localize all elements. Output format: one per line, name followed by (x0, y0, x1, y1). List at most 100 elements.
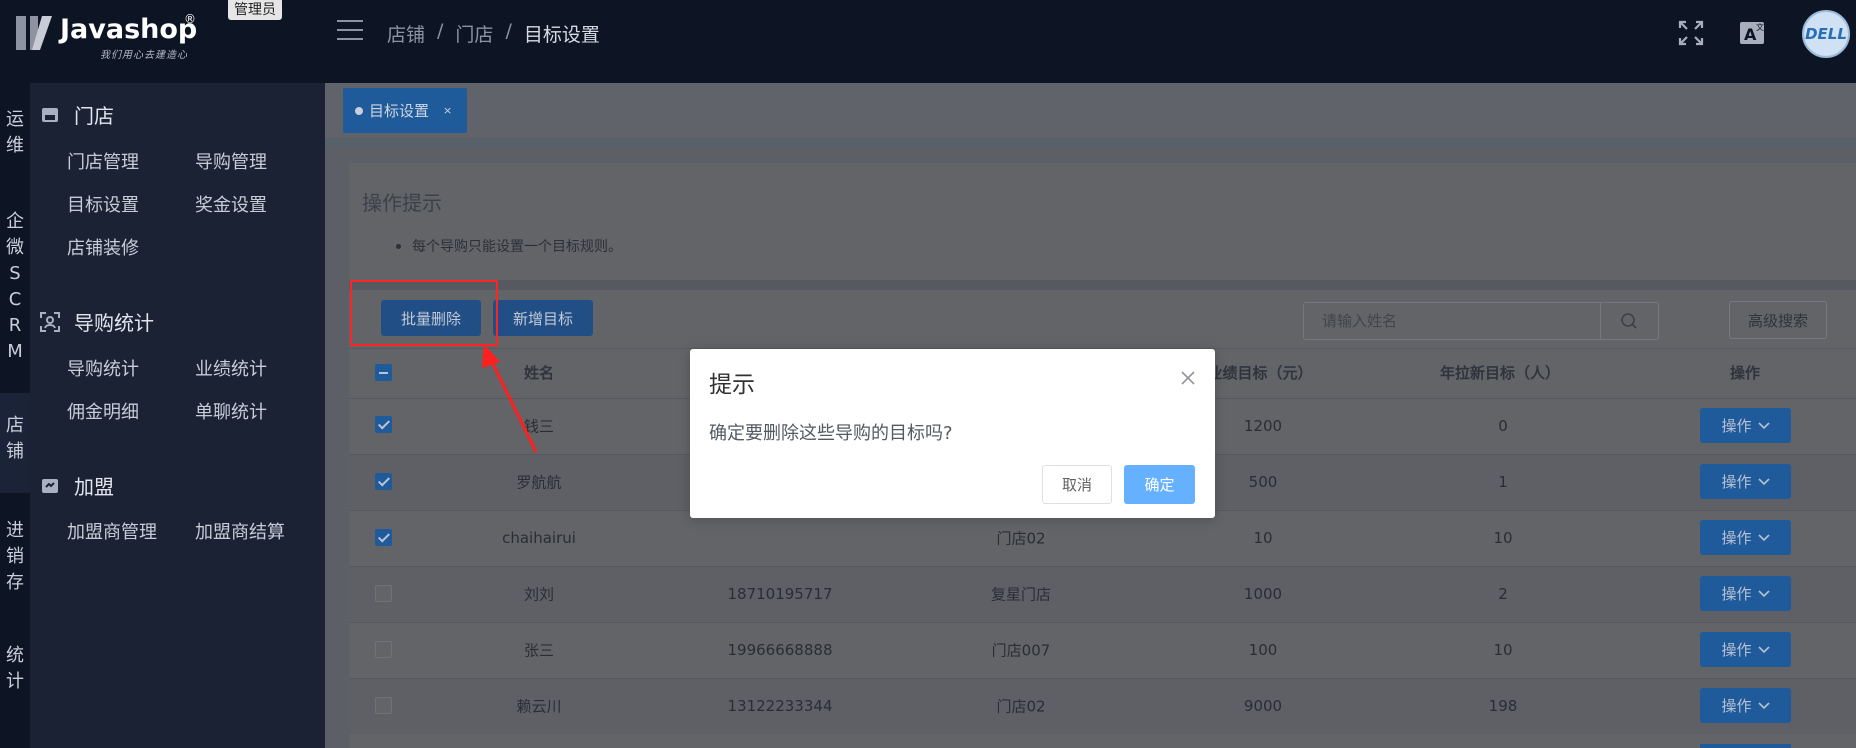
breadcrumb-item-store[interactable]: 门店 (455, 20, 493, 47)
divider (349, 280, 1856, 290)
add-target-button[interactable]: 新增目标 (493, 300, 593, 336)
sidebar-item-sales-stats[interactable]: 业绩统计 (195, 355, 267, 381)
breadcrumb-separator: / (437, 20, 444, 42)
close-icon[interactable] (1179, 369, 1197, 387)
row-checkbox[interactable] (375, 585, 392, 602)
select-all-checkbox[interactable] (375, 364, 392, 381)
row-checkbox[interactable] (375, 529, 392, 546)
sidebar-item-shop-decor[interactable]: 店铺装修 (67, 234, 139, 260)
chevron-down-icon (1757, 533, 1770, 541)
rail-item-ops[interactable]: 运维 (0, 107, 30, 159)
cell-new-target: 2 (1498, 585, 1508, 603)
sidebar-item-franchisee-manage[interactable]: 加盟商管理 (67, 518, 157, 544)
search-button[interactable] (1600, 303, 1658, 339)
cell-new-target: 10 (1493, 641, 1513, 659)
row-actions-button[interactable]: 操作 (1700, 576, 1791, 611)
row-checkbox[interactable] (375, 641, 392, 658)
cell-new-target: 198 (1488, 697, 1518, 715)
user-scan-icon (40, 311, 60, 332)
breadcrumb-separator: / (505, 20, 512, 42)
fullscreen-icon[interactable] (1676, 18, 1706, 48)
breadcrumb: 店铺 / 门店 / 目标设置 (387, 20, 600, 47)
annotation-highlight-box (350, 280, 498, 346)
chevron-down-icon (1757, 589, 1770, 597)
header-actions: 操作 (1729, 364, 1761, 382)
search-box (1303, 302, 1659, 340)
row-actions-button[interactable]: 操作 (1700, 464, 1791, 499)
tab-dot (355, 106, 363, 115)
tips-title: 操作提示 (362, 191, 442, 215)
cell-new-target: 1 (1498, 473, 1508, 491)
role-badge: 管理员 (228, 0, 282, 20)
chevron-down-icon (1757, 645, 1770, 653)
cell-store: 门店007 (991, 641, 1051, 660)
sidebar-item-guide-manage[interactable]: 导购管理 (195, 148, 267, 174)
rail-item-scrm[interactable]: 企微SCRM (0, 209, 30, 365)
franchise-icon (42, 478, 58, 493)
table-row (349, 566, 1856, 622)
breadcrumb-item-shop[interactable]: 店铺 (387, 20, 425, 47)
cell-name: chaihairui (502, 529, 576, 547)
row-checkbox[interactable] (375, 473, 392, 490)
dialog-title: 提示 (709, 372, 755, 398)
row-actions-button-partial (1700, 744, 1791, 748)
logo-slogan: 我们用心去建造心 (100, 50, 188, 61)
cell-name: 罗航航 (516, 473, 562, 492)
logo-text: Javashop (60, 14, 198, 45)
tab-close-icon[interactable]: × (443, 104, 452, 117)
cancel-button[interactable]: 取消 (1042, 465, 1112, 504)
annotation-arrow-icon (482, 344, 538, 453)
cell-new-target: 0 (1498, 417, 1508, 435)
sidebar: 门店 门店管理 导购管理 目标设置 奖金设置 店铺装修 导购统计 导购统计 业绩… (30, 83, 325, 748)
row-actions-button[interactable]: 操作 (1700, 632, 1791, 667)
cell-name: 张三 (523, 641, 555, 660)
bullet-dot (396, 244, 401, 249)
rail-item-stats[interactable]: 统计 (0, 643, 30, 695)
sidebar-item-bonus-setting[interactable]: 奖金设置 (195, 191, 267, 217)
advanced-search-button[interactable]: 高级搜索 (1729, 301, 1827, 339)
cell-sales-target: 500 (1248, 473, 1278, 491)
tab-target-setting[interactable]: 目标设置 × (343, 88, 467, 133)
sidebar-item-commission[interactable]: 佣金明细 (67, 398, 139, 424)
row-actions-button[interactable]: 操作 (1700, 520, 1791, 555)
sidebar-item-target-setting[interactable]: 目标设置 (67, 191, 139, 217)
cell-phone: 18710195717 (727, 585, 833, 603)
chevron-down-icon (1757, 477, 1770, 485)
cell-phone: 19966668888 (727, 641, 833, 659)
rail-item-inventory[interactable]: 进销存 (0, 518, 30, 596)
header-new-target: 年拉新目标（人） (1439, 364, 1561, 382)
cell-store: 复星门店 (990, 585, 1052, 604)
cell-phone: 13122233344 (727, 697, 833, 715)
dialog-message: 确定要删除这些导购的目标吗? (709, 423, 953, 444)
store-icon (42, 107, 58, 122)
sidebar-item-guide-stats[interactable]: 导购统计 (67, 355, 139, 381)
row-actions-button[interactable]: 操作 (1700, 688, 1791, 723)
top-bar: Javashop ® 我们用心去建造心 管理员 店铺 / 门店 / 目标设置 A… (0, 0, 1856, 83)
row-actions-button[interactable]: 操作 (1700, 408, 1791, 443)
sidebar-item-franchisee-settle[interactable]: 加盟商结算 (195, 518, 285, 544)
avatar[interactable]: DELL (1802, 10, 1850, 58)
tab-label: 目标设置 (369, 102, 430, 120)
logo-mark-icon (16, 16, 52, 50)
cell-new-target: 10 (1493, 529, 1513, 547)
row-checkbox[interactable] (375, 416, 392, 433)
tab-bar: 目标设置 × (325, 83, 1856, 138)
tips-item: 每个导购只能设置一个目标规则。 (412, 239, 622, 255)
translate-icon[interactable]: A 文 (1738, 18, 1768, 48)
search-input[interactable] (1304, 303, 1601, 339)
sidebar-section-franchise: 加盟 (40, 471, 114, 500)
cell-name: 刘刘 (523, 585, 555, 604)
search-icon (1621, 313, 1637, 329)
row-checkbox[interactable] (375, 697, 392, 714)
sidebar-item-store-manage[interactable]: 门店管理 (67, 148, 139, 174)
table-row (349, 622, 1856, 678)
cell-sales-target: 1000 (1243, 585, 1283, 603)
menu-toggle-icon[interactable] (337, 20, 363, 42)
chevron-down-icon (1757, 701, 1770, 709)
confirm-dialog: 提示 确定要删除这些导购的目标吗? 取消 确定 (690, 349, 1215, 518)
cell-sales-target: 10 (1253, 529, 1273, 547)
confirm-button[interactable]: 确定 (1124, 465, 1195, 504)
cell-sales-target: 1200 (1243, 417, 1283, 435)
rail-item-shop[interactable]: 店铺 (0, 393, 30, 493)
sidebar-item-chat-stats[interactable]: 单聊统计 (195, 398, 267, 424)
